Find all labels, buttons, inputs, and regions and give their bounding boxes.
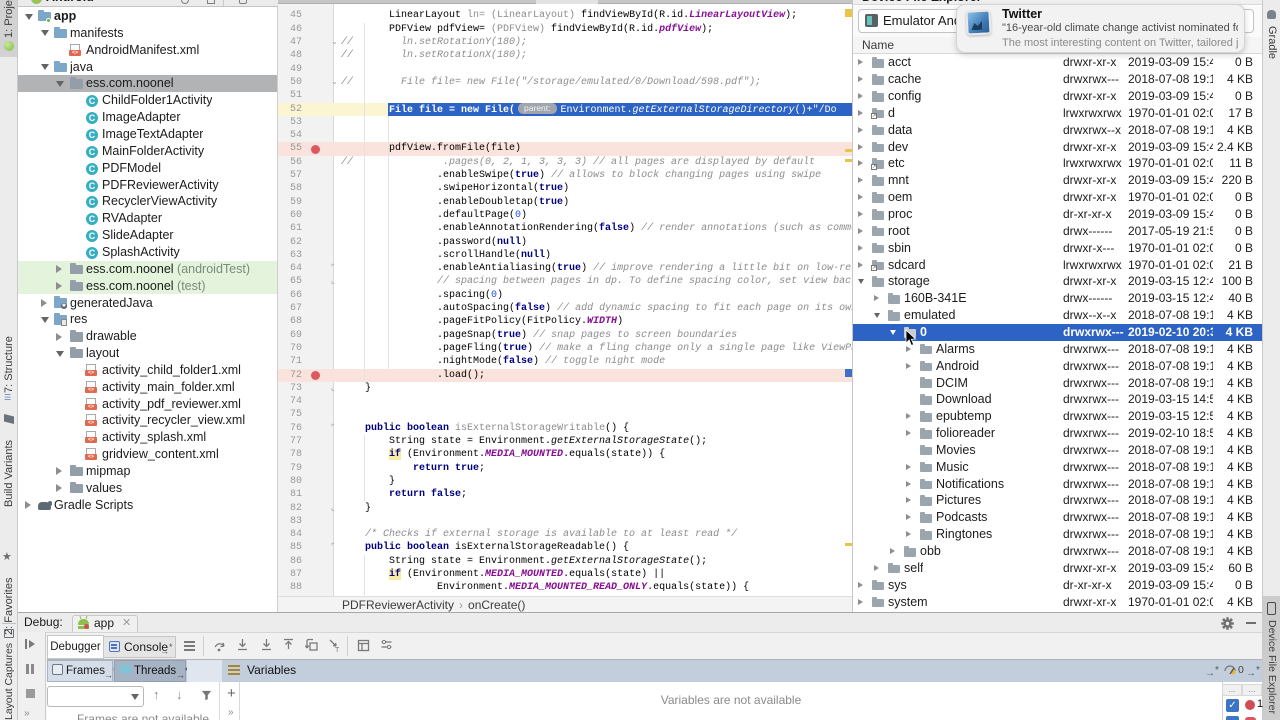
- svg-text:T: T: [335, 647, 340, 653]
